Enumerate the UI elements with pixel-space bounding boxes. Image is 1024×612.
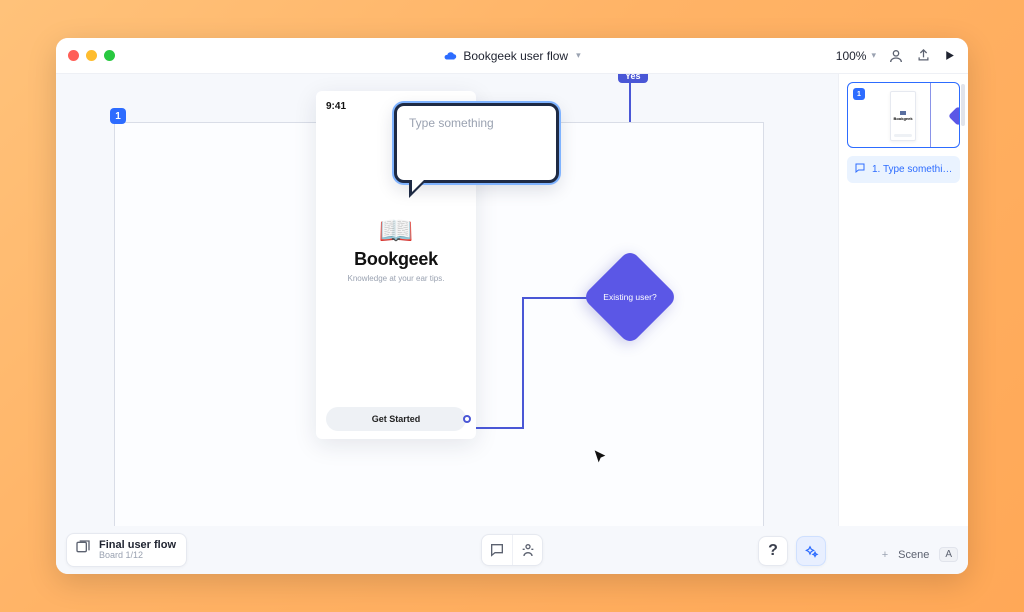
sidebar-comment-text: 1. Type something… <box>872 164 953 175</box>
main-area: Yes 1 9:41 📖 Bookgeek Knowledge at your … <box>56 74 968 526</box>
thumbnail-mockup: Bookgeek <box>890 91 916 141</box>
window-minimize-icon[interactable] <box>86 50 97 61</box>
comment-placeholder: Type something <box>409 116 544 130</box>
mockup-title: Bookgeek <box>354 249 438 270</box>
chevron-down-icon: ▾ <box>871 50 876 61</box>
flow-connector <box>522 297 524 428</box>
bottom-right-tools: ? <box>758 536 826 566</box>
boards-icon <box>75 539 91 560</box>
window-close-icon[interactable] <box>68 50 79 61</box>
canvas[interactable]: Yes 1 9:41 📖 Bookgeek Knowledge at your … <box>56 74 838 526</box>
zoom-value: 100% <box>836 49 867 63</box>
keyboard-shortcut: A <box>939 547 958 562</box>
cloud-icon <box>443 49 457 63</box>
right-sidebar: 1 Bookgeek 1. Type something… <box>838 74 968 526</box>
titlebar: Bookgeek user flow ▾ 100% ▾ <box>56 38 968 74</box>
cursor-icon <box>592 449 608 470</box>
flow-label-yes[interactable]: Yes <box>618 74 648 83</box>
bubble-tail-icon <box>409 180 427 198</box>
flow-connector <box>476 427 524 429</box>
share-icon[interactable] <box>916 48 931 63</box>
board-info: Final user flow Board 1/12 <box>99 539 176 561</box>
bottombar: Final user flow Board 1/12 ? + Scene A <box>56 526 968 574</box>
plus-icon: + <box>882 549 888 561</box>
scene-number-badge: 1 <box>853 88 865 100</box>
flow-connector <box>930 83 931 147</box>
mockup-subtitle: Knowledge at your ear tips. <box>348 274 445 283</box>
document-title-text: Bookgeek user flow <box>463 49 568 63</box>
book-icon: 📖 <box>379 217 414 245</box>
add-scene-label: Scene <box>898 549 929 561</box>
decision-node-label: Existing user? <box>596 263 664 331</box>
board-switcher[interactable]: Final user flow Board 1/12 <box>66 533 187 567</box>
window-zoom-icon[interactable] <box>104 50 115 61</box>
board-counter: Board 1/12 <box>99 551 176 561</box>
decision-node[interactable]: Existing user? <box>596 263 664 331</box>
thumbnail-decision-node <box>948 106 960 126</box>
comment-bubble[interactable]: Type something <box>394 103 559 183</box>
ai-tool-button[interactable] <box>796 536 826 566</box>
chevron-down-icon: ▾ <box>576 50 581 61</box>
thumbnail-title: Bookgeek <box>893 116 912 121</box>
titlebar-right: 100% ▾ <box>836 48 956 64</box>
sidebar-comment-item[interactable]: 1. Type something… <box>847 156 960 183</box>
help-label: ? <box>768 542 778 560</box>
thumbnail-button <box>894 134 912 137</box>
comment-icon <box>854 162 866 177</box>
scene-thumbnail[interactable]: 1 Bookgeek <box>847 82 960 148</box>
account-icon[interactable] <box>888 48 904 64</box>
book-icon <box>900 111 906 115</box>
mockup-cta-label: Get Started <box>372 414 421 424</box>
zoom-control[interactable]: 100% ▾ <box>836 49 876 63</box>
presenter-tool-button[interactable] <box>512 535 542 565</box>
bottom-toolbar <box>481 534 543 566</box>
help-button[interactable]: ? <box>758 536 788 566</box>
sidebar-scrollbar[interactable] <box>961 84 965 126</box>
play-icon[interactable] <box>943 49 956 62</box>
comment-tool-button[interactable] <box>482 535 512 565</box>
flow-output-port[interactable] <box>463 415 471 423</box>
add-scene-button[interactable]: + Scene A <box>882 547 958 562</box>
app-window: Bookgeek user flow ▾ 100% ▾ Yes <box>56 38 968 574</box>
window-traffic-lights <box>68 50 115 61</box>
scene-number-badge[interactable]: 1 <box>110 108 126 124</box>
mockup-cta-button[interactable]: Get Started <box>326 407 466 431</box>
document-title[interactable]: Bookgeek user flow ▾ <box>443 49 580 63</box>
